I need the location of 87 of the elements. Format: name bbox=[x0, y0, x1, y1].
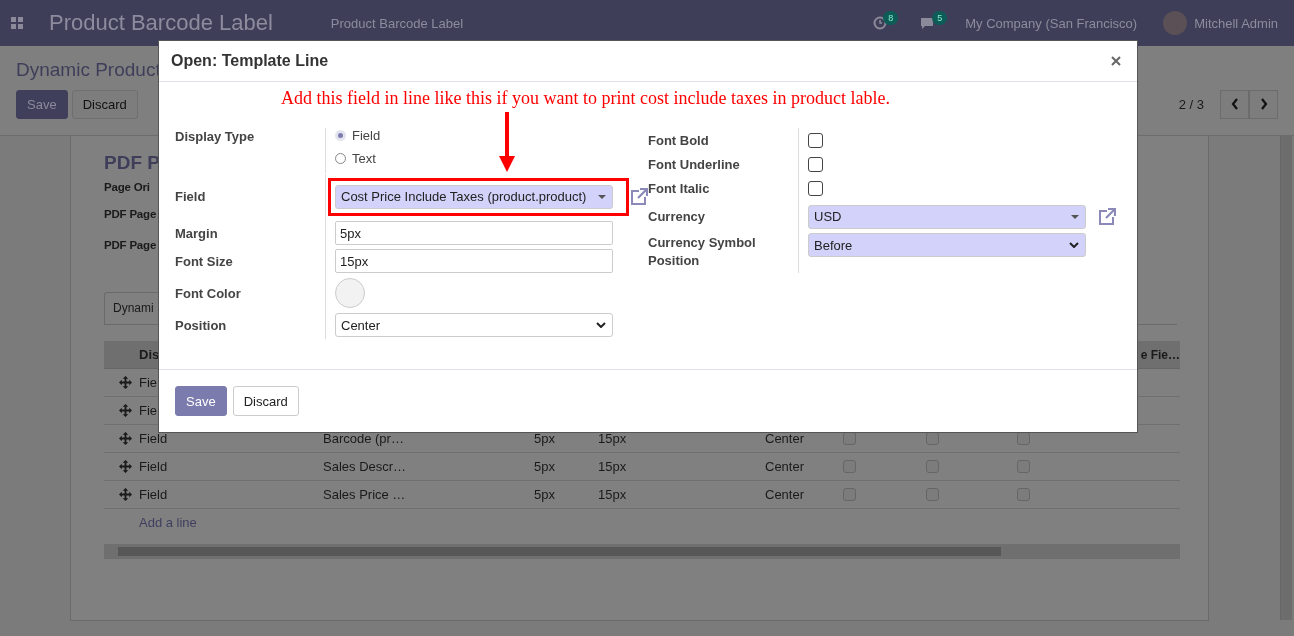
field-label: Field bbox=[175, 188, 207, 206]
table-cell-text: 15px bbox=[598, 431, 628, 446]
table-cell-text: Fie bbox=[139, 375, 159, 390]
checkbox[interactable] bbox=[843, 460, 856, 473]
checkbox[interactable] bbox=[926, 488, 939, 501]
pager-counter: 2 / 3 bbox=[1178, 96, 1204, 112]
checkbox[interactable] bbox=[808, 132, 823, 148]
checkbox[interactable] bbox=[808, 156, 823, 172]
save-button[interactable]: Save bbox=[175, 386, 227, 416]
table-cell-text: 5px bbox=[534, 459, 556, 474]
column-header[interactable]: e Fie… bbox=[1140, 347, 1180, 362]
table-cell-text: Center bbox=[765, 431, 806, 446]
table-cell-text: Center bbox=[765, 487, 806, 502]
chevron-down-icon bbox=[596, 322, 606, 328]
clock-icon[interactable] bbox=[873, 16, 888, 30]
drag-handle-icon[interactable] bbox=[119, 488, 132, 501]
apps-menu-icon[interactable] bbox=[11, 17, 23, 29]
close-icon[interactable] bbox=[1111, 56, 1121, 66]
horizontal-scrollbar[interactable] bbox=[104, 544, 1180, 559]
checkbox[interactable] bbox=[1017, 488, 1030, 501]
field-label: Font Underline bbox=[648, 155, 741, 174]
chevron-left-icon bbox=[1230, 98, 1239, 110]
select-field[interactable]: Center bbox=[335, 313, 613, 337]
drag-handle-icon[interactable] bbox=[119, 404, 132, 417]
checkbox[interactable] bbox=[808, 180, 823, 196]
checkbox[interactable] bbox=[1017, 460, 1030, 473]
caret-icon bbox=[1071, 214, 1079, 219]
field-label: Font Bold bbox=[648, 131, 710, 150]
drag-handle-icon[interactable] bbox=[119, 460, 132, 473]
annotation-arrow bbox=[499, 112, 515, 172]
checkbox[interactable] bbox=[843, 488, 856, 501]
checkbox[interactable] bbox=[926, 460, 939, 473]
table-cell-text: 5px bbox=[534, 431, 556, 446]
save-button[interactable]: Save bbox=[16, 89, 68, 119]
field-label: Font Italic bbox=[648, 179, 711, 198]
field-label: PDF Page bbox=[104, 239, 157, 253]
message-count-badge: 5 bbox=[932, 11, 948, 25]
radio-button[interactable] bbox=[335, 153, 346, 164]
field-label: Margin bbox=[175, 224, 219, 243]
vertical-scrollbar[interactable] bbox=[1280, 136, 1292, 620]
next-button[interactable] bbox=[1249, 89, 1278, 119]
field-label: Font Color bbox=[175, 284, 242, 303]
discard-button[interactable]: Discard bbox=[71, 89, 138, 119]
activity-count-badge: 8 bbox=[883, 11, 899, 25]
caret-icon bbox=[598, 194, 606, 199]
company-switcher[interactable]: My Company (San Francisco) bbox=[965, 15, 1138, 31]
table-cell-text: Fie bbox=[139, 403, 159, 418]
field-label: Page Ori bbox=[104, 181, 150, 195]
radio-label[interactable]: Field bbox=[352, 128, 381, 143]
field-label: PDF Page bbox=[104, 208, 157, 222]
color-picker[interactable] bbox=[335, 278, 365, 308]
discard-button[interactable]: Discard bbox=[232, 386, 299, 416]
field-label: Display Type bbox=[175, 128, 256, 146]
chevron-down-icon bbox=[1069, 242, 1079, 248]
dropdown-field[interactable]: USD bbox=[808, 204, 1086, 229]
table-cell-text: Field bbox=[139, 459, 169, 474]
field-label: Currency bbox=[648, 208, 707, 226]
add-line-link[interactable]: Add a line bbox=[139, 515, 197, 530]
annotation-text: Add this field in line like this if you want to print cost include taxes in product lable. bbox=[280, 88, 891, 110]
field-label: Font Size bbox=[175, 252, 234, 271]
app-title: Product Barcode Label bbox=[49, 10, 273, 36]
dropdown-field[interactable]: Cost Price Include Taxes (product.product) bbox=[335, 184, 613, 209]
drag-handle-icon[interactable] bbox=[119, 376, 132, 389]
external-link-icon[interactable] bbox=[1098, 207, 1116, 226]
field-label: Currency Symbol Position bbox=[648, 234, 757, 270]
table-cell-text: Field bbox=[139, 487, 169, 502]
table-cell-text: 5px bbox=[534, 487, 556, 502]
nav-menu-item[interactable]: Product Barcode Label bbox=[330, 15, 464, 31]
table-cell-text: Center bbox=[765, 459, 806, 474]
radio-label[interactable]: Text bbox=[352, 151, 376, 166]
table-cell-text: 15px bbox=[598, 487, 628, 502]
previous-button[interactable] bbox=[1220, 89, 1249, 119]
external-link-icon[interactable] bbox=[630, 187, 648, 206]
user-menu[interactable]: Mitchell Admin bbox=[1194, 15, 1278, 31]
table-cell-text: 15px bbox=[598, 459, 628, 474]
dialog-title: Open: Template Line bbox=[171, 52, 330, 70]
column-header[interactable]: Dis bbox=[139, 347, 160, 362]
table-cell-text: Sales Price … bbox=[323, 487, 407, 502]
table-cell-text: Barcode (pr… bbox=[323, 431, 405, 446]
drag-handle-icon[interactable] bbox=[119, 432, 132, 445]
field-label: Position bbox=[175, 316, 228, 335]
chevron-right-icon bbox=[1259, 98, 1268, 110]
select-field[interactable]: Before bbox=[808, 233, 1086, 257]
input-field[interactable]: 15px bbox=[335, 249, 613, 273]
table-cell-text: Sales Descr… bbox=[323, 459, 408, 474]
table-cell-text: Field bbox=[139, 431, 169, 446]
input-field[interactable]: 5px bbox=[335, 221, 613, 245]
